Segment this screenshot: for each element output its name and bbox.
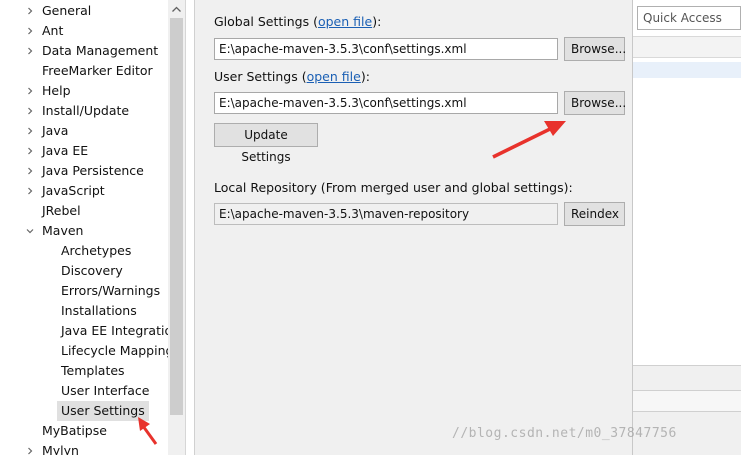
annotation-arrows — [138, 121, 566, 445]
arrow-to-browse-icon — [492, 121, 566, 159]
watermark: //blog.csdn.net/m0_37847756 — [452, 426, 677, 441]
arrow-to-user-settings-icon — [138, 417, 158, 445]
